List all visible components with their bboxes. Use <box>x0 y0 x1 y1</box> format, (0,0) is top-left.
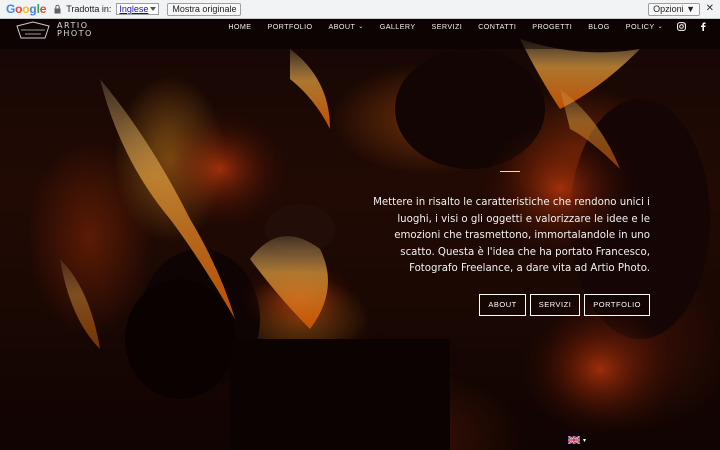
caret-down-icon: ▾ <box>583 437 587 444</box>
about-button[interactable]: ABOUT <box>479 294 526 316</box>
nav-item-home[interactable]: HOME <box>228 22 251 31</box>
translate-bar: Google Tradotta in: Inglese Mostra origi… <box>0 0 720 19</box>
chevron-down-icon: ⌄ <box>358 23 364 30</box>
hero-divider <box>500 171 520 172</box>
nav-item-gallery[interactable]: GALLERY <box>380 22 416 31</box>
logo-mark-icon <box>16 21 50 39</box>
nav-item-contatti[interactable]: CONTATTI <box>478 22 516 31</box>
servizi-button[interactable]: SERVIZI <box>529 294 581 316</box>
hero-buttons: ABOUT SERVIZI PORTFOLIO <box>479 294 650 316</box>
site-logo[interactable]: ARTIO PHOTO <box>15 19 93 41</box>
options-button[interactable]: Opzioni ▼ <box>648 3 700 16</box>
site-header: ARTIO PHOTO HOME PORTFOLIO ABOUT ⌄ GALLER… <box>0 19 720 49</box>
hero-text: Mettere in risalto le caratteristiche ch… <box>373 197 650 275</box>
nav-item-progetti[interactable]: PROGETTI <box>532 22 572 31</box>
show-original-button[interactable]: Mostra originale <box>167 2 242 16</box>
nav-item-about[interactable]: ABOUT ⌄ <box>329 22 364 31</box>
close-icon[interactable]: ✕ <box>706 3 714 14</box>
uk-flag-icon <box>568 436 580 444</box>
nav-item-portfolio[interactable]: PORTFOLIO <box>268 22 313 31</box>
translated-label: Tradotta in: <box>66 4 112 14</box>
portfolio-button[interactable]: PORTFOLIO <box>584 294 650 316</box>
nav-item-policy[interactable]: POLICY ⌄ <box>626 22 663 31</box>
chevron-down-icon: ⌄ <box>657 23 663 30</box>
nav-item-servizi[interactable]: SERVIZI <box>432 22 463 31</box>
nav-item-blog[interactable]: BLOG <box>588 22 610 31</box>
language-select[interactable]: Inglese <box>116 3 160 15</box>
facebook-icon[interactable] <box>700 22 706 31</box>
instagram-icon[interactable] <box>677 21 686 31</box>
logo-line-2: PHOTO <box>57 29 93 38</box>
lock-icon <box>53 4 62 14</box>
language-switcher[interactable]: ▾ <box>568 436 586 444</box>
main-nav: HOME PORTFOLIO ABOUT ⌄ GALLERY SERVIZI CO… <box>212 19 706 33</box>
dropdown-arrow-icon <box>150 7 157 11</box>
google-logo: Google <box>6 2 47 16</box>
